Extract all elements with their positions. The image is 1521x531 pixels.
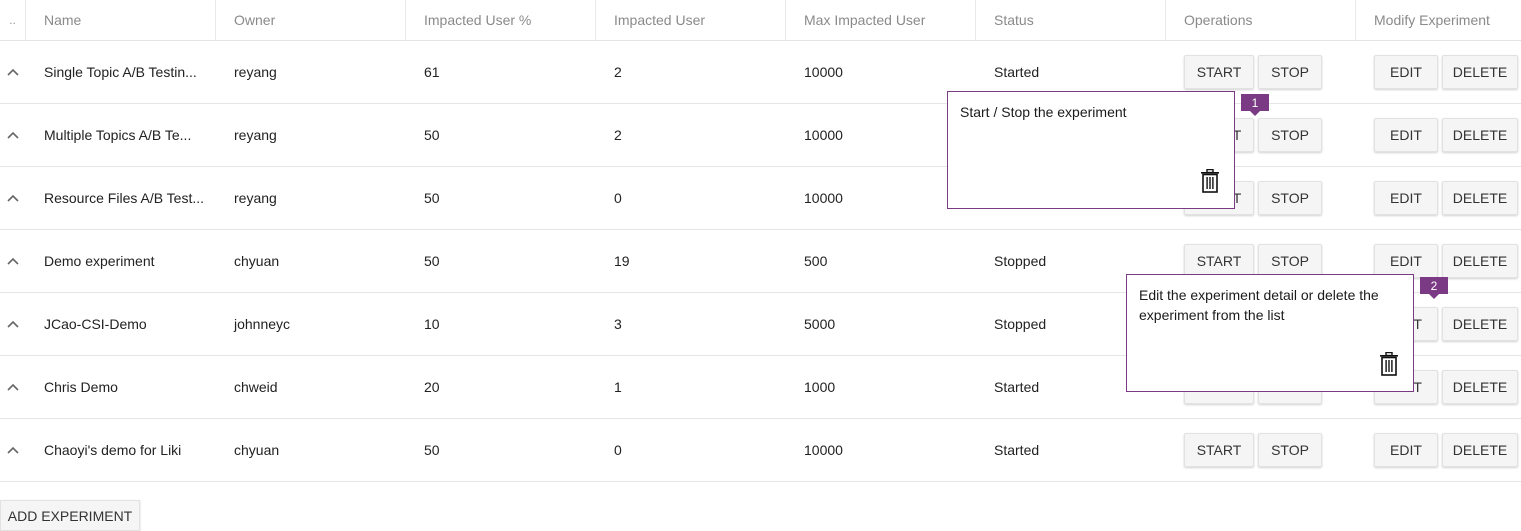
- tip-start-stop: Start / Stop the experiment: [947, 91, 1235, 209]
- column-header-impacted-pct[interactable]: Impacted User %: [406, 0, 596, 40]
- max-impacted-user: 5000: [804, 316, 836, 332]
- collapse-chevron-icon[interactable]: [0, 167, 26, 229]
- max-impacted-user: 1000: [804, 379, 836, 395]
- delete-button[interactable]: DELETE: [1442, 370, 1518, 404]
- impacted-user-percent: 50: [424, 190, 440, 206]
- impacted-user-count: 2: [614, 127, 622, 143]
- experiment-name[interactable]: Chaoyi's demo for Liki: [26, 419, 216, 481]
- edit-button[interactable]: EDIT: [1374, 181, 1438, 215]
- edit-button[interactable]: EDIT: [1374, 118, 1438, 152]
- table-row: Resource Files A/B Test... reyang 50 0 10000…: [0, 167, 1521, 230]
- tip-text: Start / Stop the experiment: [960, 104, 1127, 120]
- stop-button[interactable]: STOP: [1258, 181, 1322, 215]
- table-row: Multiple Topics A/B Te... reyang 50 2 10000 S…: [0, 104, 1521, 167]
- experiment-owner: reyang: [234, 64, 277, 80]
- modify-cell: EDITDELETE: [1356, 41, 1521, 103]
- tip-marker-1[interactable]: 1: [1241, 94, 1269, 116]
- experiment-owner: reyang: [234, 127, 277, 143]
- collapse-chevron-icon[interactable]: [0, 104, 26, 166]
- experiment-name[interactable]: Resource Files A/B Test...: [26, 167, 216, 229]
- stop-button[interactable]: STOP: [1258, 433, 1322, 467]
- column-header-owner[interactable]: Owner: [216, 0, 406, 40]
- add-experiment-button[interactable]: ADD EXPERIMENT: [0, 500, 140, 531]
- experiment-name[interactable]: Demo experiment: [26, 230, 216, 292]
- operations-cell: STARTSTOP: [1166, 419, 1356, 481]
- stop-button[interactable]: STOP: [1258, 118, 1322, 152]
- edit-button[interactable]: EDIT: [1374, 55, 1438, 89]
- delete-button[interactable]: DELETE: [1442, 181, 1518, 215]
- start-button[interactable]: START: [1184, 55, 1254, 89]
- max-impacted-user: 500: [804, 253, 828, 269]
- column-header-name[interactable]: Name: [26, 0, 216, 40]
- impacted-user-count: 1: [614, 379, 622, 395]
- experiments-table: .. Name Owner Impacted User % Impacted U…: [0, 0, 1521, 482]
- impacted-user-percent: 50: [424, 442, 440, 458]
- experiment-status: Started: [994, 442, 1040, 458]
- collapse-chevron-icon[interactable]: [0, 230, 26, 292]
- column-header-operations: Operations: [1166, 0, 1356, 40]
- impacted-user-percent: 61: [424, 64, 440, 80]
- impacted-user-percent: 10: [424, 316, 440, 332]
- impacted-user-percent: 50: [424, 127, 440, 143]
- max-impacted-user: 10000: [804, 442, 843, 458]
- column-header-status[interactable]: Status: [976, 0, 1166, 40]
- column-header-impacted-user[interactable]: Impacted User: [596, 0, 786, 40]
- table-row: Single Topic A/B Testin... reyang 61 2 10000…: [0, 41, 1521, 104]
- collapse-chevron-icon[interactable]: [0, 293, 26, 355]
- impacted-user-count: 3: [614, 316, 622, 332]
- stop-button[interactable]: STOP: [1258, 55, 1322, 89]
- impacted-user-count: 0: [614, 442, 622, 458]
- impacted-user-percent: 20: [424, 379, 440, 395]
- stop-button[interactable]: STOP: [1258, 244, 1322, 278]
- experiment-owner: chyuan: [234, 253, 280, 269]
- column-header-expand[interactable]: ..: [0, 0, 26, 40]
- edit-button[interactable]: EDIT: [1374, 433, 1438, 467]
- tip-text: Edit the experiment detail or delete the…: [1139, 287, 1379, 323]
- column-header-modify: Modify Experiment: [1374, 12, 1490, 28]
- delete-button[interactable]: DELETE: [1442, 307, 1518, 341]
- tip-edit-delete: Edit the experiment detail or delete the…: [1126, 274, 1414, 392]
- start-button[interactable]: START: [1184, 244, 1254, 278]
- collapse-chevron-icon[interactable]: [0, 41, 26, 103]
- table-header: .. Name Owner Impacted User % Impacted U…: [0, 0, 1521, 41]
- column-header-max-impacted[interactable]: Max Impacted User: [786, 0, 976, 40]
- tip-marker-2[interactable]: 2: [1420, 277, 1448, 299]
- experiment-name[interactable]: Chris Demo: [26, 356, 216, 418]
- collapse-chevron-icon[interactable]: [0, 356, 26, 418]
- delete-button[interactable]: DELETE: [1442, 118, 1518, 152]
- experiment-owner: chweid: [234, 379, 278, 395]
- experiment-name[interactable]: JCao-CSI-Demo: [26, 293, 216, 355]
- impacted-user-percent: 50: [424, 253, 440, 269]
- experiment-owner: reyang: [234, 190, 277, 206]
- modify-cell: EDITDELETE: [1356, 167, 1521, 229]
- delete-button[interactable]: DELETE: [1442, 55, 1518, 89]
- trash-icon[interactable]: [1200, 168, 1220, 198]
- delete-button[interactable]: DELETE: [1442, 433, 1518, 467]
- table-row: Chaoyi's demo for Liki chyuan 50 0 10000 Star…: [0, 419, 1521, 482]
- collapse-chevron-icon[interactable]: [0, 419, 26, 481]
- impacted-user-count: 2: [614, 64, 622, 80]
- experiment-name[interactable]: Single Topic A/B Testin...: [26, 41, 216, 103]
- experiment-name[interactable]: Multiple Topics A/B Te...: [26, 104, 216, 166]
- impacted-user-count: 19: [614, 253, 630, 269]
- delete-button[interactable]: DELETE: [1442, 244, 1518, 278]
- start-button[interactable]: START: [1184, 433, 1254, 467]
- experiment-owner: chyuan: [234, 442, 280, 458]
- trash-icon[interactable]: [1379, 351, 1399, 381]
- experiment-owner: johnneyc: [234, 316, 291, 332]
- modify-cell: EDITDELETE: [1356, 104, 1521, 166]
- modify-cell: EDITDELETE: [1356, 419, 1521, 481]
- edit-button[interactable]: EDIT: [1374, 244, 1438, 278]
- impacted-user-count: 0: [614, 190, 622, 206]
